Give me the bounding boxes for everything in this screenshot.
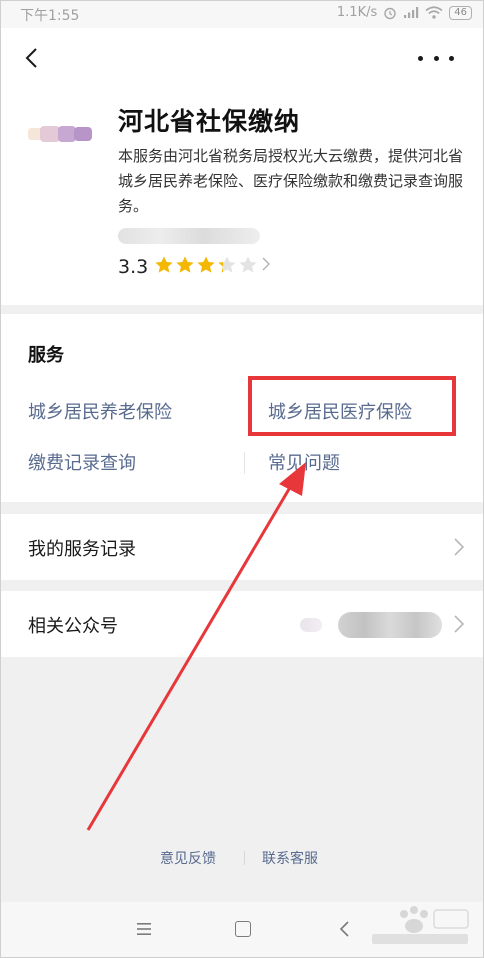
chevron-right-icon[interactable] [262, 256, 271, 275]
back-triangle-icon[interactable] [338, 920, 350, 938]
app-logo [28, 126, 92, 142]
chevron-left-icon[interactable] [20, 46, 44, 70]
alarm-icon [384, 7, 396, 19]
network-speed: 1.1K/s [336, 5, 378, 20]
app-title: 河北省社保缴纳 [118, 107, 301, 136]
contact-service-link[interactable]: 联系客服 [262, 848, 318, 868]
rating-stars[interactable] [154, 255, 258, 275]
wifi-icon [425, 6, 443, 19]
chevron-right-icon [454, 538, 465, 556]
service-faq[interactable]: 常见问题 [268, 449, 340, 475]
star-icon [176, 256, 194, 273]
feedback-link[interactable]: 意见反馈 [160, 848, 216, 868]
service-divider [244, 452, 245, 474]
app-description: 本服务由河北省税务局授权光大云缴费，提供河北省城乡居民养老保险、医疗保险缴款和缴… [118, 147, 464, 215]
blurred-info [118, 228, 260, 244]
more-dots-icon[interactable] [418, 46, 454, 70]
blurred-account-avatar [300, 618, 322, 632]
related-accounts-label: 相关公众号 [28, 616, 118, 637]
services-title: 服务 [28, 345, 64, 366]
footer-divider [244, 851, 245, 865]
service-elderly-insurance[interactable]: 城乡居民养老保险 [28, 398, 172, 424]
status-indicators: 1.1K/s 46 [337, 5, 472, 20]
home-square-icon[interactable] [235, 921, 251, 937]
star-icon [155, 256, 173, 273]
chevron-right-icon [454, 615, 465, 633]
battery-indicator: 46 [449, 5, 472, 20]
signal-icon [404, 7, 419, 18]
service-payment-records[interactable]: 缴费记录查询 [28, 449, 136, 475]
watermark-logo [372, 906, 469, 944]
service-records-label: 我的服务记录 [28, 539, 136, 560]
star-icon [197, 256, 215, 273]
highlight-box [248, 376, 456, 436]
star-icon [239, 256, 257, 273]
blurred-account-name [338, 612, 442, 638]
status-bar: 下午1:55 1.1K/s 46 [0, 0, 484, 28]
star-icon [218, 256, 236, 273]
menu-icon[interactable] [136, 922, 152, 936]
rating-score: 3.3 [118, 256, 149, 278]
status-time: 下午1:55 [20, 8, 80, 24]
